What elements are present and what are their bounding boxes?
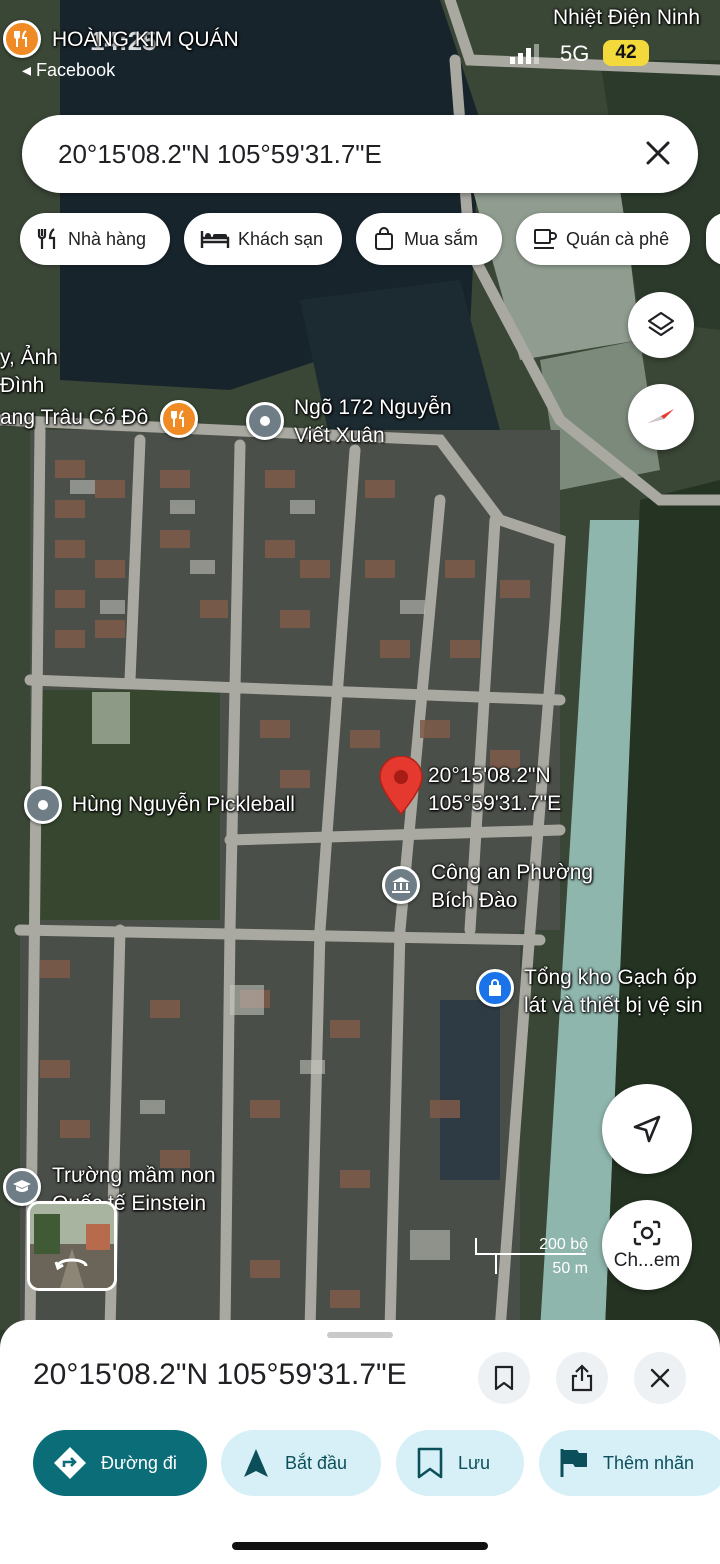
poi-label[interactable]: Ngõ 172 Nguyễn <box>294 394 452 422</box>
map-label: y, Ảnh <box>0 346 58 369</box>
coffee-cup-icon <box>534 229 557 249</box>
share-button[interactable] <box>556 1352 608 1404</box>
bed-icon <box>200 231 230 248</box>
poi-label[interactable]: Trường mầm non <box>52 1162 216 1190</box>
action-label: Lưu <box>458 1452 491 1473</box>
chip-restaurants[interactable]: Nhà hàng <box>20 213 170 265</box>
scale-bar: 200 bộ 50 m <box>474 1236 590 1280</box>
layers-button[interactable] <box>628 292 694 358</box>
compass-icon <box>648 409 674 423</box>
back-to-app-link[interactable]: ◂ Facebook <box>22 60 115 81</box>
sheet-drag-handle[interactable] <box>327 1332 393 1338</box>
navigation-arrow-icon <box>244 1449 268 1477</box>
pin-coordinates-lat: 20°15'08.2"N <box>428 764 551 787</box>
search-bar[interactable]: 20°15'08.2"N 105°59'31.7"E <box>22 115 698 193</box>
poi-label[interactable]: Viết Xuân <box>294 422 385 450</box>
place-title: 20°15'08.2"N 105°59'31.7"E <box>33 1358 407 1391</box>
graduation-cap-icon <box>13 1180 31 1192</box>
directions-icon <box>54 1447 86 1479</box>
fork-knife-icon <box>14 30 27 47</box>
restaurant-poi-marker[interactable] <box>3 20 41 58</box>
chip-label: Mua sắm <box>404 228 479 249</box>
poi-label[interactable]: Công an Phường <box>431 859 593 887</box>
lens-label: Ch...em <box>613 1250 681 1271</box>
satellite-map[interactable]: 14:25 ◂ Facebook 5G 42 Nhiệt Điện Ninh H… <box>0 0 720 1330</box>
poi-label[interactable]: lát và thiết bị vệ sin <box>524 992 703 1020</box>
restaurant-poi-marker[interactable] <box>160 400 198 438</box>
bookmark-icon <box>417 1447 443 1479</box>
map-label: Đình <box>0 374 45 397</box>
flag-icon <box>560 1449 587 1477</box>
directions-button[interactable]: Đường đi <box>33 1430 207 1496</box>
poi-label[interactable]: Tổng kho Gạch ốp <box>524 964 697 992</box>
chip-label: Khách sạn <box>238 228 324 249</box>
bookmark-icon <box>494 1365 514 1391</box>
close-icon <box>650 1368 670 1388</box>
lens-search-button[interactable]: Ch...em <box>602 1200 692 1290</box>
place-bottom-sheet[interactable]: 20°15'08.2"N 105°59'31.7"E Đường đi Bắt … <box>0 1320 720 1564</box>
action-label: Đường đi <box>101 1452 177 1473</box>
my-location-button[interactable] <box>602 1084 692 1174</box>
compass-button[interactable] <box>628 384 694 450</box>
location-poi-marker[interactable] <box>24 786 62 824</box>
add-label-button[interactable]: Thêm nhãn <box>539 1430 720 1496</box>
save-button[interactable]: Lưu <box>396 1430 524 1496</box>
search-input[interactable]: 20°15'08.2"N 105°59'31.7"E <box>58 139 382 170</box>
poi-label[interactable]: ang Trâu Cố Đô <box>0 404 148 432</box>
start-button[interactable]: Bắt đầu <box>221 1430 381 1496</box>
location-poi-marker[interactable] <box>246 402 284 440</box>
network-type: 5G <box>560 41 590 66</box>
store-poi-marker[interactable] <box>476 969 514 1007</box>
police-poi-marker[interactable] <box>382 866 420 904</box>
chip-hotels[interactable]: Khách sạn <box>184 213 342 265</box>
dropped-pin-icon[interactable] <box>378 756 424 816</box>
street-view-thumbnail[interactable] <box>27 1201 117 1291</box>
poi-label[interactable]: HOÀNG KIM QUÁN <box>52 26 239 54</box>
poi-label[interactable]: Bích Đào <box>431 887 517 915</box>
dot-icon <box>38 800 48 810</box>
share-icon <box>571 1364 593 1392</box>
street-view-preview <box>30 1204 114 1288</box>
action-label: Bắt đầu <box>285 1452 348 1473</box>
battery-level: 42 <box>603 40 649 66</box>
shopping-bag-icon <box>375 227 393 250</box>
chip-label: Quán cà phê <box>566 228 670 249</box>
save-icon-button[interactable] <box>478 1352 530 1404</box>
government-building-icon <box>392 877 410 893</box>
chip-shopping[interactable]: Mua sắm <box>356 213 502 265</box>
poi-label[interactable]: Hùng Nguyễn Pickleball <box>72 791 295 819</box>
close-sheet-button[interactable] <box>634 1352 686 1404</box>
shopping-bag-icon <box>489 979 501 996</box>
camera-lens-icon <box>633 1220 661 1246</box>
home-indicator <box>232 1542 488 1550</box>
map-label: Nhiệt Điện Ninh <box>553 6 701 29</box>
chip-label: Nhà hàng <box>68 228 147 249</box>
close-icon[interactable] <box>640 135 676 171</box>
layers-icon <box>647 311 675 337</box>
scale-metric: 50 m <box>552 1260 588 1277</box>
fork-knife-icon <box>171 410 184 427</box>
action-label: Thêm nhãn <box>603 1452 695 1473</box>
signal-icon <box>510 44 539 64</box>
navigation-arrow-icon <box>633 1115 661 1143</box>
chip-cafes[interactable]: Quán cà phê <box>516 213 690 265</box>
fork-knife-icon <box>37 228 56 249</box>
school-poi-marker[interactable] <box>3 1168 41 1206</box>
dot-icon <box>260 416 270 426</box>
scale-imperial: 200 bộ <box>539 1236 588 1253</box>
pin-coordinates-lng: 105°59'31.7"E <box>428 792 562 815</box>
